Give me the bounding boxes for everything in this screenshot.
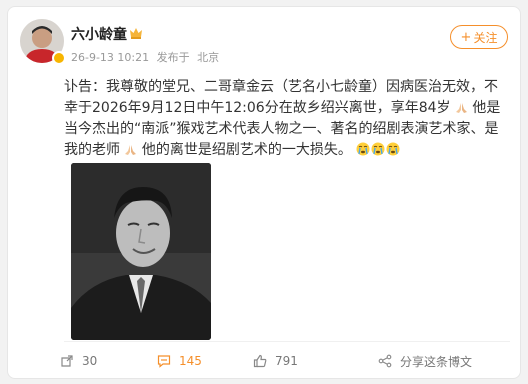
author-name[interactable]: 六小龄童 bbox=[71, 24, 127, 44]
crown-icon bbox=[130, 28, 142, 39]
share-icon bbox=[378, 354, 392, 368]
comment-icon bbox=[157, 355, 171, 368]
crying-emoji-icon bbox=[356, 142, 370, 156]
follow-button[interactable]: + 关注 bbox=[450, 25, 508, 49]
post-source-prefix: 发布于 bbox=[156, 51, 190, 64]
pray-icon bbox=[455, 103, 467, 113]
post-text: 讣告：我尊敬的堂兄、二哥章金云（艺名小七龄童）因病医治无效，不幸于2026年9月… bbox=[64, 77, 510, 161]
share-to-friend-button[interactable]: 分享这条博文 bbox=[378, 349, 472, 373]
repost-count: 30 bbox=[82, 354, 98, 368]
weibo-post-card: 六小龄童 26-9-13 10:21 发布于 北京 + 关注 讣告：我尊敬的堂兄… bbox=[7, 6, 521, 379]
comment-button[interactable]: 145 bbox=[157, 349, 202, 373]
divider bbox=[64, 341, 510, 342]
post-time[interactable]: 26-9-13 10:21 bbox=[71, 51, 149, 64]
repost-button[interactable]: 30 bbox=[60, 349, 97, 373]
post-actions-bar: 30 145 791 分享这条博文 bbox=[8, 349, 522, 373]
pray-icon bbox=[125, 145, 137, 155]
post-text-part3: 他的离世是绍剧艺术的一大损失。 bbox=[141, 142, 352, 158]
post-text-part1: 讣告：我尊敬的堂兄、二哥章金云（艺名小七龄童）因病医治无效，不幸于2026年9月… bbox=[64, 79, 498, 116]
like-count: 791 bbox=[275, 354, 298, 368]
plus-icon: + bbox=[460, 29, 472, 45]
post-location: 北京 bbox=[197, 51, 220, 64]
thumbs-up-icon bbox=[253, 354, 267, 368]
share-to-friend-label: 分享这条博文 bbox=[400, 354, 473, 369]
post-meta: 26-9-13 10:21 发布于 北京 bbox=[71, 49, 223, 65]
repost-icon bbox=[61, 355, 73, 367]
follow-label: 关注 bbox=[473, 30, 498, 45]
verified-badge-icon bbox=[52, 51, 66, 65]
like-button[interactable]: 791 bbox=[253, 349, 298, 373]
comment-count: 145 bbox=[179, 354, 202, 368]
crying-emoji-icon bbox=[371, 142, 385, 156]
post-photo[interactable] bbox=[71, 163, 211, 340]
crying-emoji-icon bbox=[386, 142, 400, 156]
